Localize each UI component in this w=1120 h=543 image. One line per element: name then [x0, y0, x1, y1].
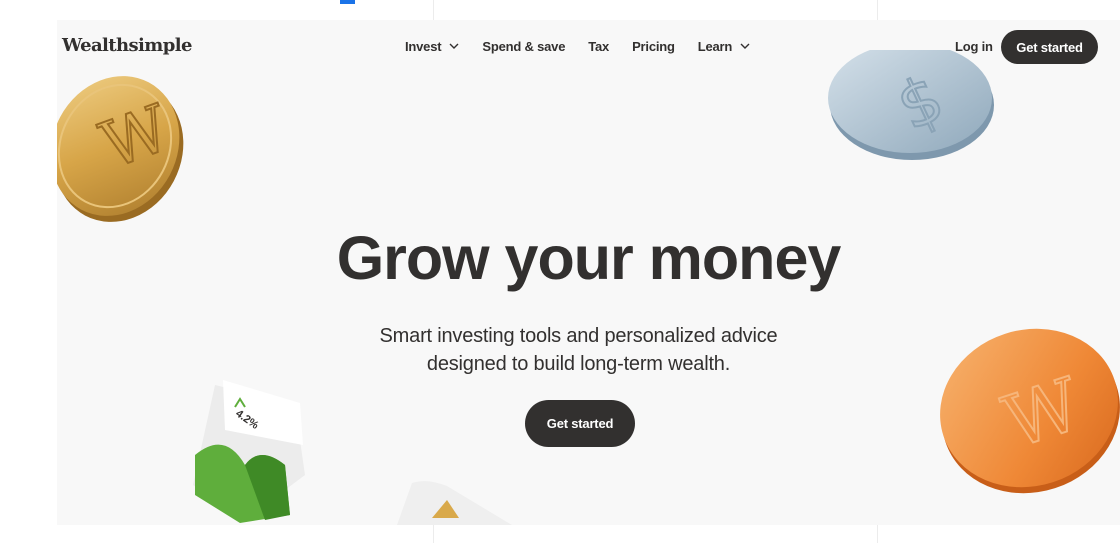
nav-item-label: Tax	[588, 39, 610, 54]
gold-coin-image: W	[57, 76, 184, 222]
nav-item-label: Learn	[697, 39, 733, 54]
guide-line	[433, 0, 434, 20]
main-menu: Invest Spend & save Tax Pricing Learn	[405, 39, 773, 54]
nav-item-spend-save[interactable]: Spend & save	[482, 39, 565, 54]
nav-item-invest[interactable]: Invest	[405, 39, 459, 54]
hero-subtitle: Smart investing tools and personalized a…	[57, 322, 1100, 378]
nav-item-label: Pricing	[632, 39, 675, 54]
hero-subtitle-line: designed to build long-term wealth.	[426, 353, 731, 375]
get-started-button[interactable]: Get started	[1001, 30, 1098, 64]
chevron-down-icon	[449, 43, 459, 49]
guide-line	[877, 525, 878, 543]
partial-block-image	[397, 481, 512, 525]
nav-item-learn[interactable]: Learn	[698, 39, 750, 54]
nav-item-tax[interactable]: Tax	[588, 39, 609, 54]
guide-line	[877, 0, 878, 20]
hero-subtitle-line: Smart investing tools and personalized a…	[379, 325, 778, 347]
scroll-indicator	[340, 0, 355, 4]
top-navigation: Wealthsimple Invest Spend & save Tax Pri…	[57, 20, 1120, 76]
hero-get-started-button[interactable]: Get started	[525, 400, 635, 447]
page-viewport: W $ W 4.2% Wealthsimple Invest Spend & s…	[57, 20, 1120, 525]
growth-chart-block-image: 4.2%	[193, 380, 305, 523]
nav-item-label: Spend & save	[482, 39, 566, 54]
wealthsimple-logo[interactable]: Wealthsimple	[62, 35, 192, 56]
guide-line	[433, 525, 434, 543]
login-link[interactable]: Log in	[955, 39, 993, 54]
nav-item-label: Invest	[405, 39, 442, 54]
chevron-down-icon	[740, 43, 750, 49]
nav-item-pricing[interactable]: Pricing	[632, 39, 675, 54]
hero-title: Grow your money	[336, 224, 842, 292]
